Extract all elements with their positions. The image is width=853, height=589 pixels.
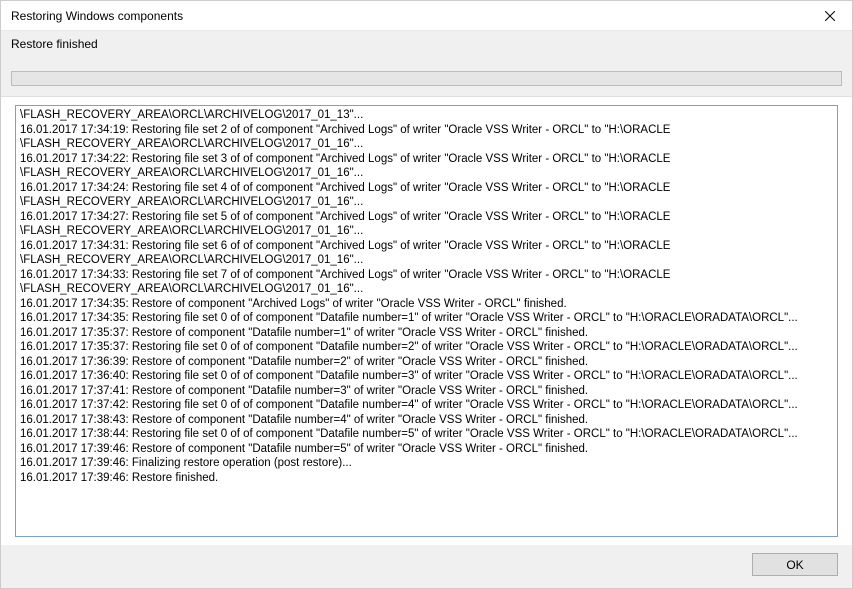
log-line: 16.01.2017 17:36:39: Restore of componen… bbox=[20, 355, 833, 370]
status-text: Restore finished bbox=[11, 37, 842, 51]
log-output: \FLASH_RECOVERY_AREA\ORCL\ARCHIVELOG\201… bbox=[15, 105, 838, 537]
log-line: 16.01.2017 17:34:31: Restoring file set … bbox=[20, 239, 833, 254]
log-line: 16.01.2017 17:34:19: Restoring file set … bbox=[20, 123, 833, 138]
log-line: \FLASH_RECOVERY_AREA\ORCL\ARCHIVELOG\201… bbox=[20, 253, 833, 268]
log-line: 16.01.2017 17:38:43: Restore of componen… bbox=[20, 413, 833, 428]
log-line: 16.01.2017 17:34:35: Restoring file set … bbox=[20, 311, 833, 326]
log-line: 16.01.2017 17:36:40: Restoring file set … bbox=[20, 369, 833, 384]
log-line: 16.01.2017 17:39:46: Restore finished. bbox=[20, 471, 833, 486]
window-title: Restoring Windows components bbox=[11, 9, 183, 23]
restore-dialog-window: Restoring Windows components Restore fin… bbox=[0, 0, 853, 589]
log-line: 16.01.2017 17:34:35: Restore of componen… bbox=[20, 297, 833, 312]
log-line: \FLASH_RECOVERY_AREA\ORCL\ARCHIVELOG\201… bbox=[20, 166, 833, 181]
status-area: Restore finished bbox=[1, 31, 852, 97]
button-area: OK bbox=[1, 545, 852, 588]
log-line: 16.01.2017 17:35:37: Restore of componen… bbox=[20, 326, 833, 341]
log-line: 16.01.2017 17:34:33: Restoring file set … bbox=[20, 268, 833, 283]
close-icon bbox=[825, 11, 835, 21]
log-line: 16.01.2017 17:37:42: Restoring file set … bbox=[20, 398, 833, 413]
log-line: \FLASH_RECOVERY_AREA\ORCL\ARCHIVELOG\201… bbox=[20, 137, 833, 152]
progress-bar bbox=[11, 71, 842, 86]
log-line: 16.01.2017 17:34:27: Restoring file set … bbox=[20, 210, 833, 225]
close-button[interactable] bbox=[807, 1, 852, 31]
log-line: 16.01.2017 17:34:24: Restoring file set … bbox=[20, 181, 833, 196]
log-line: \FLASH_RECOVERY_AREA\ORCL\ARCHIVELOG\201… bbox=[20, 108, 833, 123]
log-line: 16.01.2017 17:39:46: Finalizing restore … bbox=[20, 456, 833, 471]
log-line: 16.01.2017 17:34:22: Restoring file set … bbox=[20, 152, 833, 167]
log-line: 16.01.2017 17:38:44: Restoring file set … bbox=[20, 427, 833, 442]
log-line: \FLASH_RECOVERY_AREA\ORCL\ARCHIVELOG\201… bbox=[20, 195, 833, 210]
log-scroll-area[interactable]: \FLASH_RECOVERY_AREA\ORCL\ARCHIVELOG\201… bbox=[16, 106, 837, 536]
ok-button[interactable]: OK bbox=[752, 553, 838, 576]
log-line: 16.01.2017 17:35:37: Restoring file set … bbox=[20, 340, 833, 355]
log-line: 16.01.2017 17:37:41: Restore of componen… bbox=[20, 384, 833, 399]
log-line: \FLASH_RECOVERY_AREA\ORCL\ARCHIVELOG\201… bbox=[20, 282, 833, 297]
log-line: 16.01.2017 17:39:46: Restore of componen… bbox=[20, 442, 833, 457]
log-line: \FLASH_RECOVERY_AREA\ORCL\ARCHIVELOG\201… bbox=[20, 224, 833, 239]
titlebar: Restoring Windows components bbox=[1, 1, 852, 31]
